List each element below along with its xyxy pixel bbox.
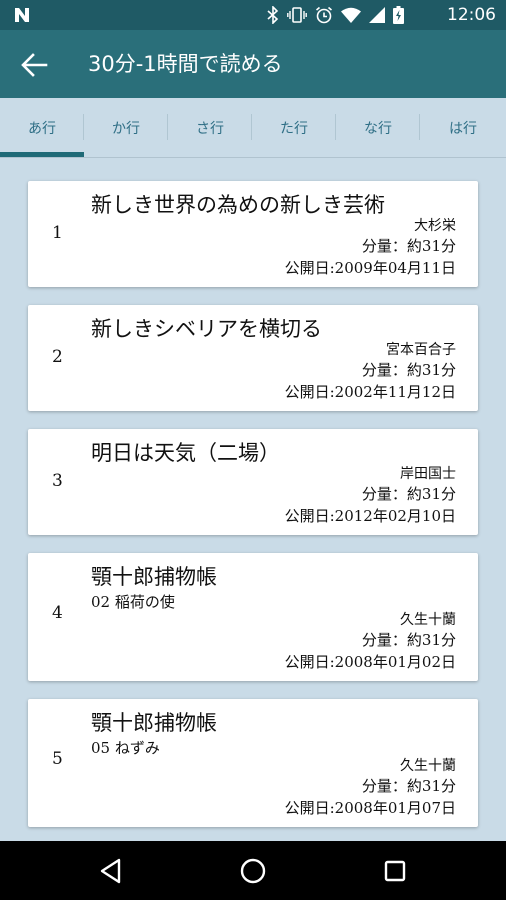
tab-a-row[interactable]: あ行 <box>0 98 84 157</box>
work-meta: 久生十蘭 分量：約31分 公開日:2008年01月02日 <box>285 611 456 673</box>
tab-na-row[interactable]: な行 <box>336 98 420 157</box>
recents-square-icon[interactable] <box>381 857 409 885</box>
back-arrow-icon[interactable] <box>18 50 50 80</box>
work-title: 顎十郎捕物帳 <box>91 565 217 589</box>
work-index: 2 <box>52 347 63 367</box>
tab-label: な行 <box>364 120 392 137</box>
work-author: 久生十蘭 <box>400 758 456 774</box>
work-author: 大杉栄 <box>414 218 456 234</box>
work-title: 顎十郎捕物帳 <box>91 711 217 735</box>
tab-ha-row[interactable]: は行 <box>420 98 506 157</box>
work-index: 3 <box>52 471 63 491</box>
work-volume: 分量：約31分 <box>361 237 456 255</box>
work-volume: 分量：約31分 <box>361 485 456 503</box>
app-bar: 30分-1時間で読める <box>0 30 506 98</box>
bluetooth-icon <box>267 6 279 24</box>
home-circle-icon[interactable] <box>239 857 267 885</box>
work-meta: 宮本百合子 分量：約31分 公開日:2002年11月12日 <box>285 341 456 403</box>
tab-ta-row[interactable]: た行 <box>252 98 336 157</box>
back-triangle-icon[interactable] <box>97 857 125 885</box>
signal-icon <box>369 7 385 23</box>
tab-label: か行 <box>112 120 140 137</box>
kana-row-tabs: あ行 か行 さ行 た行 な行 は行 <box>0 98 506 158</box>
work-author: 岸田国士 <box>400 466 456 482</box>
tab-ka-row[interactable]: か行 <box>84 98 168 157</box>
wifi-icon <box>341 7 361 23</box>
work-volume: 分量：約31分 <box>361 361 456 379</box>
work-card[interactable]: 2 新しきシベリアを横切る 宮本百合子 分量：約31分 公開日:2002年11月… <box>28 305 478 411</box>
work-title: 明日は天気（二場） <box>91 441 280 465</box>
work-meta: 大杉栄 分量：約31分 公開日:2009年04月11日 <box>285 217 456 279</box>
work-subtitle: 05 ねずみ <box>91 739 160 757</box>
work-index: 5 <box>52 749 63 769</box>
status-clock: 12:06 <box>447 5 496 25</box>
work-index: 4 <box>52 603 63 623</box>
tab-label: さ行 <box>196 120 224 137</box>
work-subtitle: 02 稲荷の使 <box>91 593 175 611</box>
work-meta: 岸田国士 分量：約31分 公開日:2012年02月10日 <box>285 465 456 527</box>
work-meta: 久生十蘭 分量：約31分 公開日:2008年01月07日 <box>285 757 456 819</box>
work-volume: 分量：約31分 <box>361 631 456 649</box>
work-title: 新しきシベリアを横切る <box>91 317 322 341</box>
work-author: 宮本百合子 <box>386 342 456 358</box>
work-volume: 分量：約31分 <box>361 777 456 795</box>
work-author: 久生十蘭 <box>400 612 456 628</box>
status-icons <box>267 6 404 24</box>
work-card[interactable]: 5 顎十郎捕物帳 05 ねずみ 久生十蘭 分量：約31分 公開日:2008年01… <box>28 699 478 827</box>
work-published-date: 公開日:2008年01月02日 <box>284 653 456 671</box>
system-nav-bar <box>0 841 506 900</box>
work-published-date: 公開日:2012年02月10日 <box>284 507 456 525</box>
alarm-icon <box>315 6 333 24</box>
status-bar: 12:06 <box>0 0 506 30</box>
tab-label: あ行 <box>28 120 56 137</box>
work-card[interactable]: 1 新しき世界の為めの新しき芸術 大杉栄 分量：約31分 公開日:2009年04… <box>28 181 478 287</box>
work-index: 1 <box>52 223 63 243</box>
tab-label: は行 <box>449 120 477 137</box>
work-title: 新しき世界の為めの新しき芸術 <box>91 193 385 217</box>
battery-icon <box>393 6 404 24</box>
tab-label: た行 <box>280 120 308 137</box>
work-list[interactable]: 1 新しき世界の為めの新しき芸術 大杉栄 分量：約31分 公開日:2009年04… <box>0 157 506 841</box>
vibrate-icon <box>287 7 307 23</box>
work-published-date: 公開日:2002年11月12日 <box>284 383 456 401</box>
work-published-date: 公開日:2008年01月07日 <box>284 799 456 817</box>
work-card[interactable]: 3 明日は天気（二場） 岸田国士 分量：約31分 公開日:2012年02月10日 <box>28 429 478 535</box>
tab-sa-row[interactable]: さ行 <box>168 98 252 157</box>
work-card[interactable]: 4 顎十郎捕物帳 02 稲荷の使 久生十蘭 分量：約31分 公開日:2008年0… <box>28 553 478 681</box>
page-title: 30分-1時間で読める <box>88 52 283 76</box>
work-published-date: 公開日:2009年04月11日 <box>284 259 456 277</box>
notification-n-icon <box>15 8 29 22</box>
